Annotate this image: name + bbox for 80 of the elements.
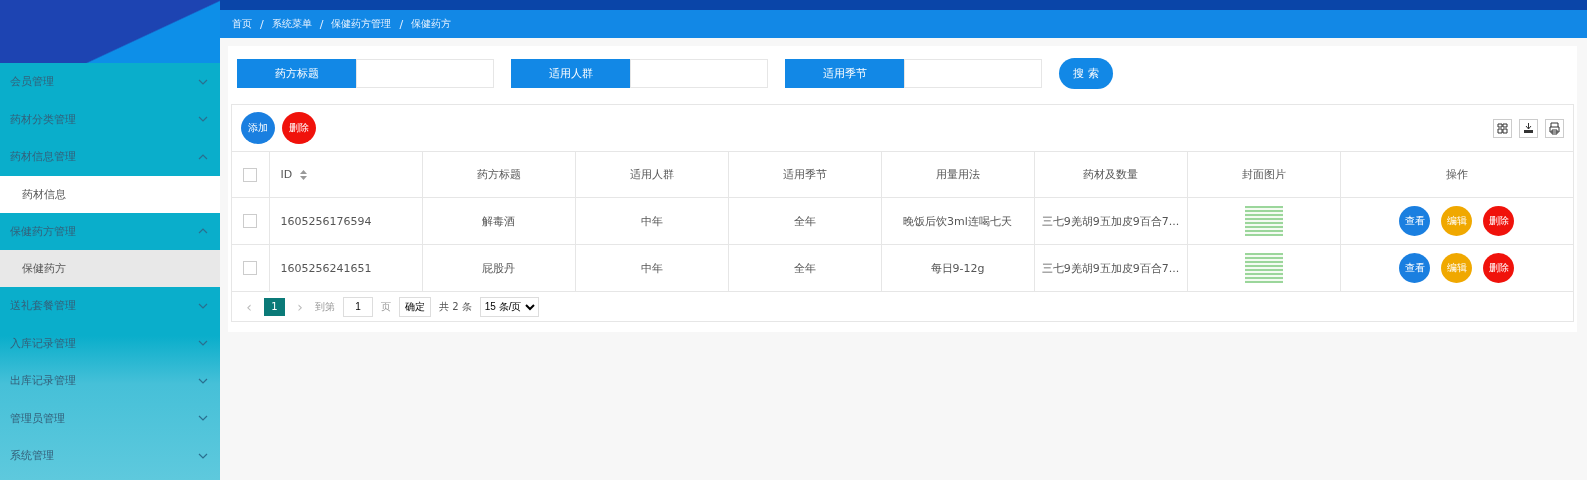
sidebar-item[interactable]: 药材信息管理 xyxy=(0,138,220,176)
sidebar-item[interactable]: 药材分类管理 xyxy=(0,100,220,138)
table-cell: 解毒酒 xyxy=(482,214,515,228)
chevron-up-icon xyxy=(198,228,208,235)
search-label: 药方标题 xyxy=(237,59,356,88)
breadcrumb-link[interactable]: 保健药方 xyxy=(411,17,452,31)
prev-page-button[interactable]: ‹ xyxy=(242,298,256,315)
export-icon[interactable] xyxy=(1519,118,1538,138)
chevron-down-icon xyxy=(198,415,208,422)
total-count: 共 2 条 xyxy=(439,299,472,314)
select-all-checkbox[interactable] xyxy=(243,167,258,182)
table-cell: 三七9羌胡9五加皮9百合7... xyxy=(1041,214,1180,228)
breadcrumb-separator: / xyxy=(319,17,324,31)
column-header: 用量用法 xyxy=(935,168,980,181)
search-input[interactable] xyxy=(630,59,768,88)
add-button[interactable]: 添加 xyxy=(241,112,275,144)
column-header: 封面图片 xyxy=(1241,168,1286,181)
submenu-item[interactable]: 药材信息 xyxy=(0,175,220,213)
table-cell: 1605256176594 xyxy=(280,214,372,228)
table-cell: 晚饭后饮3ml连喝七天 xyxy=(903,214,1012,228)
sidebar-item[interactable]: 保健药方管理 xyxy=(0,212,220,250)
edit-button[interactable]: 编辑 xyxy=(1441,253,1473,283)
sidebar-item[interactable]: 送礼套餐管理 xyxy=(0,287,220,325)
sidebar-item[interactable]: 系统管理 xyxy=(0,437,220,475)
delete-button[interactable]: 删除 xyxy=(1483,206,1515,236)
chevron-down-icon xyxy=(198,340,208,347)
sidebar-item[interactable]: 出库记录管理 xyxy=(0,362,220,400)
edit-button[interactable]: 编辑 xyxy=(1441,206,1473,236)
breadcrumb-link[interactable]: 首页 xyxy=(232,17,252,31)
page-size-select[interactable]: 15 条/页 xyxy=(479,296,539,317)
column-header: 药材及数量 xyxy=(1083,168,1138,181)
table-cell: 中年 xyxy=(640,214,663,228)
view-button[interactable]: 查看 xyxy=(1399,206,1431,236)
table-cell: 全年 xyxy=(793,214,816,228)
confirm-button[interactable]: 确定 xyxy=(399,296,431,317)
search-button[interactable]: 搜 索 xyxy=(1059,58,1113,89)
image-placeholder xyxy=(1244,253,1283,283)
page-unit-label: 页 xyxy=(381,299,391,314)
page-input[interactable]: 1 xyxy=(343,296,373,317)
table-cell: 每日9-12g xyxy=(930,261,985,275)
sidebar-item[interactable]: 管理员管理 xyxy=(0,399,220,437)
search-input[interactable] xyxy=(356,59,494,88)
column-header: 操作 xyxy=(1445,168,1468,181)
delete-button[interactable]: 删除 xyxy=(1483,253,1515,283)
table-cell: 全年 xyxy=(793,261,816,275)
page-number[interactable]: 1 xyxy=(264,297,285,316)
breadcrumb-link[interactable]: 系统菜单 xyxy=(271,17,312,31)
table-cell: 屁股丹 xyxy=(482,261,515,275)
sidebar-item[interactable]: 会员管理 xyxy=(0,63,220,101)
sidebar-item[interactable]: 入库记录管理 xyxy=(0,324,220,362)
chevron-down-icon xyxy=(198,302,208,309)
chevron-down-icon xyxy=(198,78,208,85)
view-button[interactable]: 查看 xyxy=(1399,253,1431,283)
row-checkbox[interactable] xyxy=(243,261,258,275)
table-cell: 中年 xyxy=(640,261,663,275)
breadcrumb-link[interactable]: 保健药方管理 xyxy=(331,17,392,31)
next-page-button[interactable]: › xyxy=(293,298,307,315)
sort-icon[interactable] xyxy=(300,170,308,180)
delete-button[interactable]: 删除 xyxy=(282,112,316,144)
chevron-down-icon xyxy=(198,116,208,123)
print-icon[interactable] xyxy=(1545,118,1564,138)
row-checkbox[interactable] xyxy=(243,214,258,228)
chevron-down-icon xyxy=(198,377,208,384)
breadcrumb-separator: / xyxy=(260,17,264,31)
columns-icon[interactable] xyxy=(1493,118,1512,138)
table-cell: 三七9羌胡9五加皮9百合7... xyxy=(1041,261,1180,275)
column-header: 药方标题 xyxy=(476,168,521,181)
table-cell: 1605256241651 xyxy=(280,261,372,275)
search-label: 适用季节 xyxy=(785,59,904,88)
chevron-up-icon xyxy=(198,153,208,160)
column-header: 适用季节 xyxy=(782,168,827,181)
chevron-down-icon xyxy=(198,452,208,459)
goto-label: 到第 xyxy=(315,299,335,314)
search-input[interactable] xyxy=(904,59,1042,88)
submenu-item[interactable]: 保健药方 xyxy=(0,250,220,287)
column-header: ID xyxy=(280,168,293,181)
search-label: 适用人群 xyxy=(511,59,630,88)
breadcrumb-separator: / xyxy=(399,17,404,31)
image-placeholder xyxy=(1244,206,1283,236)
column-header: 适用人群 xyxy=(629,168,674,181)
